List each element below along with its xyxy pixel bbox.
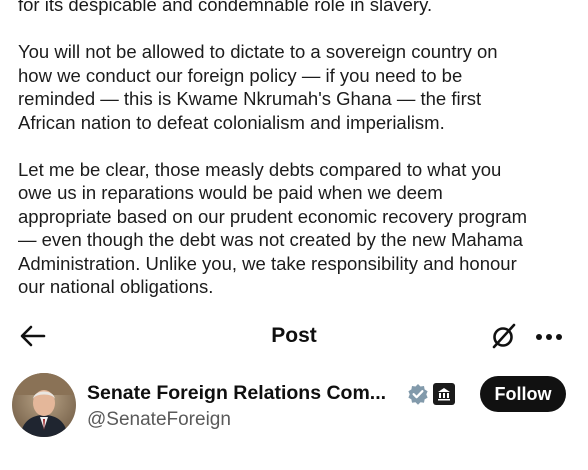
grok-button[interactable] <box>490 322 518 350</box>
follow-button[interactable]: Follow <box>480 376 566 412</box>
post-text-line: how we conduct our foreign policy — if y… <box>18 64 463 86</box>
post-text-line: reminded — this is Kwame Nkrumah's Ghana… <box>18 88 482 109</box>
post-text-line: appropriate based on our prudent economi… <box>18 205 528 227</box>
display-name[interactable]: Senate Foreign Relations Com... <box>87 382 386 405</box>
handle[interactable]: @SenateForeign <box>87 409 231 431</box>
post-text-line: African nation to defeat colonialism and… <box>18 111 445 133</box>
post-text-line: our national obligations. <box>18 276 214 297</box>
slashed-circle-icon <box>492 323 516 349</box>
profile-photo-icon <box>12 373 76 437</box>
post-body: You will not be allowed to dictate to a … <box>18 40 578 299</box>
author-row: Senate Foreign Relations Com... @SenateF… <box>0 372 588 442</box>
post-header-bar: Post <box>0 318 588 354</box>
post-text-line: Let me be clear, those measly debts comp… <box>18 158 502 180</box>
post-text-line: — even though the debt was not created b… <box>18 229 523 250</box>
post-text-line: owe us in reparations would be paid when… <box>18 182 443 203</box>
avatar[interactable] <box>12 373 76 437</box>
post-text-line: for its despicable and condemnable role … <box>18 0 433 15</box>
more-horizontal-icon <box>536 334 562 340</box>
post-text-line: You will not be allowed to dictate to a … <box>18 41 498 62</box>
verified-badge-icon <box>407 383 429 405</box>
more-options-button[interactable] <box>532 322 566 350</box>
post-text-line: Administration. Unlike you, we take resp… <box>18 252 517 274</box>
government-badge-icon <box>433 383 455 405</box>
